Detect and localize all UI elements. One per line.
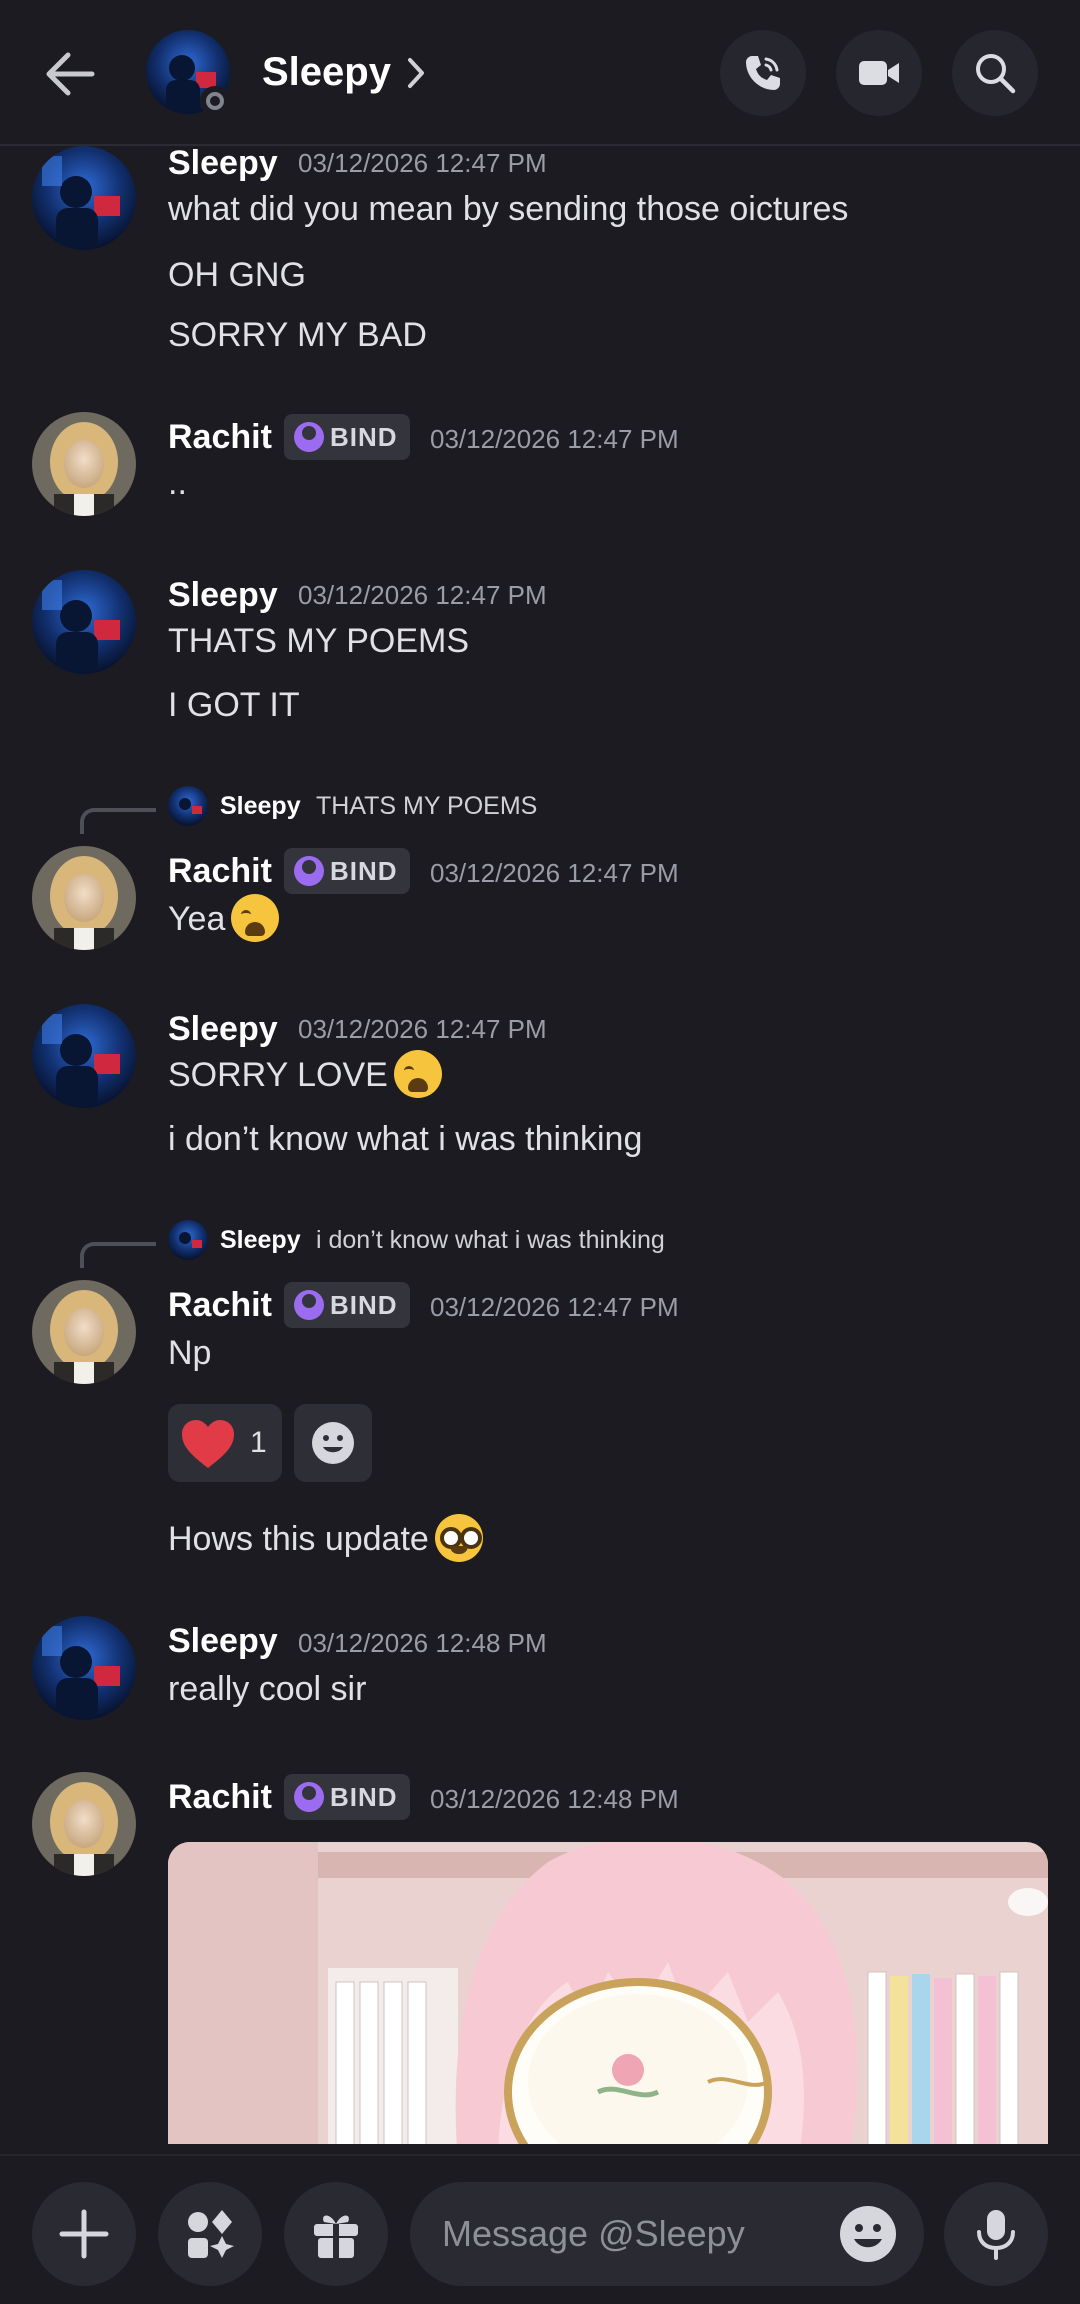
reply-avatar[interactable] (168, 1220, 208, 1260)
author-name[interactable]: Rachit (168, 1282, 272, 1328)
message-text[interactable]: OH GNG (168, 252, 306, 298)
reply-author[interactable]: Sleepy (220, 1220, 301, 1260)
chat-header: Sleepy (0, 0, 1080, 146)
chevron-right-icon[interactable] (404, 56, 428, 95)
message-text[interactable]: SORRY MY BAD (168, 312, 427, 358)
author-name[interactable]: Sleepy (168, 1006, 278, 1052)
voice-message-button[interactable] (944, 2182, 1048, 2286)
sleepy-avatar[interactable] (32, 1004, 136, 1108)
author-name[interactable]: Rachit (168, 848, 272, 894)
search-icon (976, 54, 1016, 94)
message-text[interactable]: what did you mean by sending those oictu… (168, 186, 848, 232)
message-text[interactable]: Yea (168, 894, 280, 945)
message-text[interactable]: really cool sir (168, 1666, 366, 1712)
server-tag-label: BIND (330, 1290, 398, 1320)
emoji-picker-button[interactable] (838, 2204, 898, 2264)
gift-icon (314, 2215, 358, 2258)
contact-name[interactable]: Sleepy (262, 44, 391, 100)
timestamp: 03/12/2026 12:48 PM (298, 1628, 547, 1658)
moon-icon (294, 1290, 324, 1320)
reaction-heart[interactable]: 1 (168, 1404, 282, 1482)
author-name[interactable]: Sleepy (168, 146, 278, 186)
message-text-span: Hows this update (168, 1520, 429, 1558)
message-text[interactable]: i don’t know what i was thinking (168, 1116, 642, 1162)
smiley-icon (840, 2206, 896, 2262)
microphone-icon (977, 2210, 1015, 2260)
message-text[interactable]: THATS MY POEMS (168, 618, 469, 664)
message-input[interactable] (442, 2182, 822, 2286)
message-text[interactable]: I GOT IT (168, 682, 300, 728)
rachit-avatar[interactable] (32, 412, 136, 516)
timestamp: 03/12/2026 12:47 PM (298, 1014, 547, 1044)
author-name[interactable]: Sleepy (168, 572, 278, 618)
rachit-avatar[interactable] (32, 846, 136, 950)
message-text[interactable]: Np (168, 1330, 211, 1376)
moon-icon (294, 1782, 324, 1812)
message-text-span: Yea (168, 900, 226, 938)
video-camera-icon (859, 61, 899, 85)
author-name[interactable]: Sleepy (168, 1618, 278, 1664)
crying-emoji-icon (393, 1050, 442, 1099)
video-call-button[interactable] (836, 30, 922, 116)
apps-button[interactable] (158, 2182, 262, 2286)
voice-call-button[interactable] (720, 30, 806, 116)
timestamp: 03/12/2026 12:47 PM (430, 1292, 679, 1322)
reply-connector (80, 1242, 156, 1268)
server-tag-label: BIND (330, 422, 398, 452)
phone-icon (746, 56, 780, 90)
timestamp: 03/12/2026 12:47 PM (298, 580, 547, 610)
reply-avatar[interactable] (168, 786, 208, 826)
reply-preview-text[interactable]: THATS MY POEMS (316, 786, 537, 826)
search-button[interactable] (952, 30, 1038, 116)
author-name[interactable]: Rachit (168, 1774, 272, 1820)
sleepy-avatar[interactable] (32, 1616, 136, 1720)
author-name[interactable]: Rachit (168, 414, 272, 460)
plus-icon (59, 2209, 109, 2259)
reply-preview-text[interactable]: i don’t know what i was thinking (316, 1220, 665, 1260)
smiley-icon (312, 1422, 354, 1464)
nerd-face-emoji-icon (434, 1514, 483, 1563)
server-tag-label: BIND (330, 1782, 398, 1812)
gift-button[interactable] (284, 2182, 388, 2286)
timestamp: 03/12/2026 12:48 PM (430, 1784, 679, 1814)
timestamp: 03/12/2026 12:47 PM (430, 424, 679, 454)
message-text[interactable]: Hows this update (168, 1514, 483, 1565)
anime-image (168, 1842, 1048, 2144)
timestamp: 03/12/2026 12:47 PM (430, 858, 679, 888)
sleepy-avatar[interactable] (32, 146, 136, 250)
moon-icon (294, 422, 324, 452)
sleepy-avatar[interactable] (32, 570, 136, 674)
server-tag-badge[interactable]: BIND (284, 848, 410, 894)
timestamp: 03/12/2026 12:47 PM (298, 148, 547, 178)
moon-icon (294, 856, 324, 886)
image-attachment[interactable] (168, 1842, 1048, 2144)
add-reaction-button[interactable] (294, 1404, 372, 1482)
reply-author[interactable]: Sleepy (220, 786, 301, 826)
message-input-container (410, 2182, 924, 2286)
message-composer (0, 2154, 1080, 2304)
server-tag-badge[interactable]: BIND (284, 1774, 410, 1820)
message-list[interactable]: Sleepy 03/12/2026 12:47 PM what did you … (0, 146, 1080, 2144)
crying-emoji-icon (231, 894, 280, 943)
rachit-avatar[interactable] (32, 1772, 136, 1876)
heart-icon (182, 1420, 234, 1468)
message-text-span: SORRY LOVE (168, 1056, 388, 1094)
rachit-avatar[interactable] (32, 1280, 136, 1384)
message-text[interactable]: .. (168, 460, 187, 506)
reply-connector (80, 808, 156, 834)
message-text[interactable]: SORRY LOVE (168, 1050, 442, 1101)
reaction-count: 1 (250, 1426, 267, 1459)
server-tag-badge[interactable]: BIND (284, 1282, 410, 1328)
server-tag-label: BIND (330, 856, 398, 886)
status-indicator (200, 86, 230, 116)
back-arrow-icon[interactable] (40, 44, 100, 104)
add-attachment-button[interactable] (32, 2182, 136, 2286)
server-tag-badge[interactable]: BIND (284, 414, 410, 460)
apps-icon (188, 2210, 234, 2258)
